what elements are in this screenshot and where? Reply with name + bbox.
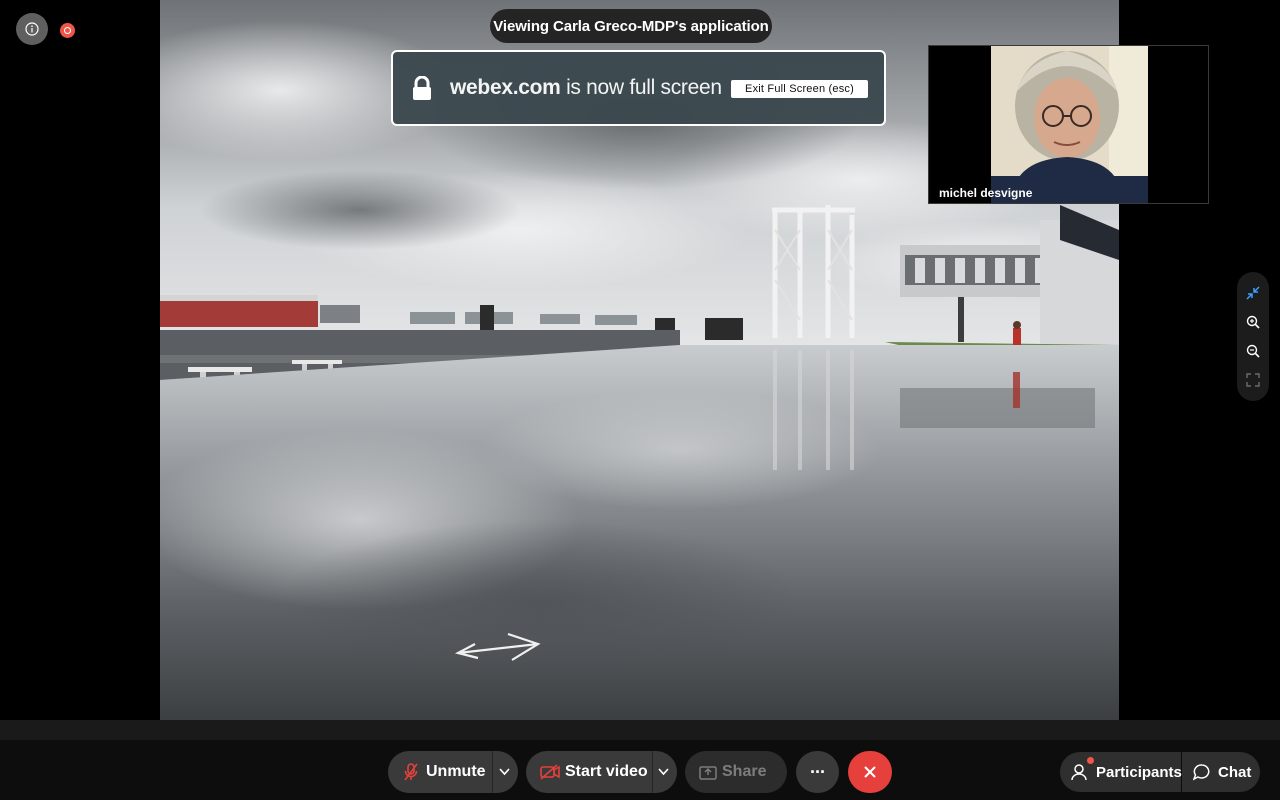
exit-fullscreen-button[interactable]: Exit Full Screen (esc): [731, 80, 868, 98]
participants-icon: [1071, 764, 1087, 781]
unmute-button[interactable]: Unmute: [388, 751, 518, 793]
participants-label: Participants: [1096, 763, 1182, 781]
camera-off-icon: [540, 764, 560, 780]
end-call-icon: [864, 766, 876, 778]
participants-notification-badge: [1087, 757, 1094, 764]
info-button[interactable]: [16, 13, 48, 45]
start-video-label: Start video: [565, 763, 648, 780]
share-button[interactable]: Share: [685, 751, 787, 793]
chat-button[interactable]: Chat: [1182, 752, 1260, 792]
content-divider: [0, 720, 1280, 740]
chat-label: Chat: [1218, 763, 1252, 781]
fit-screen-button[interactable]: [1242, 369, 1264, 391]
participant-video-tile[interactable]: michel desvigne: [928, 45, 1209, 204]
zoom-out-button[interactable]: [1242, 340, 1264, 362]
unmute-label: Unmute: [426, 763, 486, 780]
lock-icon: [413, 76, 431, 100]
leave-meeting-button[interactable]: [848, 751, 892, 793]
viewing-application-label: Viewing Carla Greco-MDP's application: [490, 9, 772, 43]
chat-icon: [1193, 764, 1210, 781]
chevron-down-icon[interactable]: [658, 768, 669, 776]
share-label: Share: [722, 763, 767, 780]
info-icon: [25, 22, 39, 36]
fullscreen-notification: webex.com is now full screen Exit Full S…: [391, 50, 886, 126]
microphone-muted-icon: [404, 763, 418, 781]
recording-indicator-icon: [60, 23, 75, 38]
exit-fullscreen-view-button[interactable]: [1242, 282, 1264, 304]
fullscreen-domain: webex.com: [450, 76, 561, 99]
collapse-icon: [1246, 286, 1260, 300]
share-icon: [699, 766, 717, 780]
zoom-controls: [1237, 272, 1269, 401]
zoom-in-button[interactable]: [1242, 311, 1264, 333]
zoom-in-icon: [1246, 315, 1260, 329]
participant-name: michel desvigne: [939, 186, 1033, 200]
participants-button[interactable]: Participants: [1060, 752, 1182, 792]
participant-video-feed: [991, 46, 1148, 203]
fit-screen-icon: [1246, 373, 1260, 388]
zoom-out-icon: [1246, 344, 1260, 358]
fullscreen-message-text: is now full screen: [566, 76, 722, 99]
start-video-button[interactable]: Start video: [526, 751, 677, 793]
more-options-button[interactable]: ···: [796, 751, 839, 793]
fullscreen-message: webex.com is now full screen: [450, 76, 722, 100]
more-icon: ···: [810, 761, 826, 782]
chevron-down-icon[interactable]: [499, 768, 510, 776]
